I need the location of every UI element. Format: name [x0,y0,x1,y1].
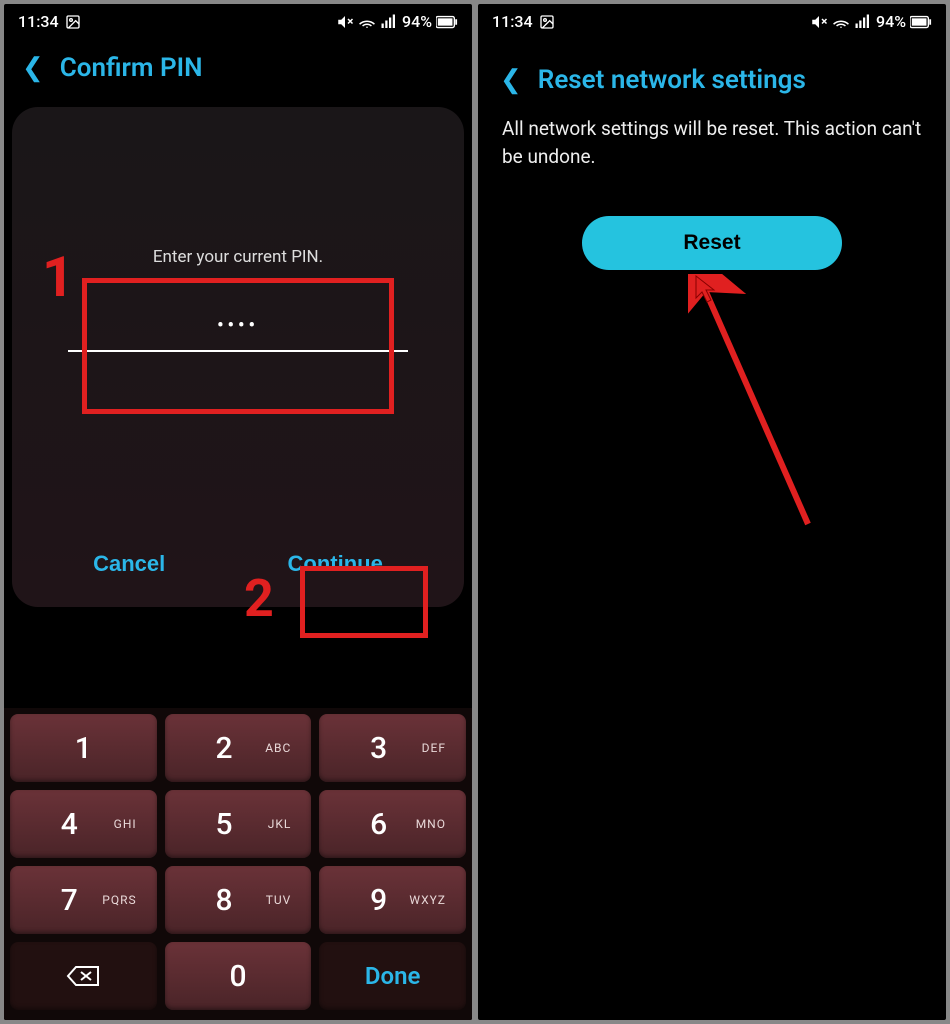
back-icon[interactable]: ❮ [500,65,522,95]
wifi-icon [358,13,376,31]
keypad-5[interactable]: 5JKL [165,790,312,858]
signal-icon [380,13,398,31]
cursor-icon [694,274,718,304]
keypad: 12ABC3DEF 4GHI5JKL6MNO 7PQRS8TUV9WXYZ0Done [4,708,472,1020]
keypad-2[interactable]: 2ABC [165,714,312,782]
status-battery-pct: 94% [402,12,432,31]
backspace-key[interactable] [10,942,157,1010]
page-title: Reset network settings [538,65,806,95]
pin-panel: Enter your current PIN. •••• Cancel Cont… [12,107,464,607]
status-time: 11:34 [18,12,59,31]
header: ❮ Reset network settings [478,35,946,115]
pin-value: •••• [68,315,408,336]
continue-button[interactable]: Continue [268,545,403,583]
mute-icon [336,13,354,31]
keypad-3[interactable]: 3DEF [319,714,466,782]
keypad-1[interactable]: 1 [10,714,157,782]
screen-confirm-pin: 11:34 94% ❮ Confirm PIN Enter your curre… [4,4,472,1020]
reset-button[interactable]: Reset [582,216,842,270]
keypad-6[interactable]: 6MNO [319,790,466,858]
annotation-1: 1 [42,244,74,310]
picture-icon [539,14,555,30]
signal-icon [854,13,872,31]
pin-prompt: Enter your current PIN. [68,247,408,267]
pin-underline[interactable] [68,350,408,352]
battery-icon [910,15,932,29]
screen-reset-network: 11:34 94% ❮ Reset network settings All n… [478,4,946,1020]
status-time: 11:34 [492,12,533,31]
keypad-8[interactable]: 8TUV [165,866,312,934]
keypad-9[interactable]: 9WXYZ [319,866,466,934]
wifi-icon [832,13,850,31]
keypad-0[interactable]: 0 [165,942,312,1010]
status-bar: 11:34 94% [478,4,946,35]
picture-icon [65,14,81,30]
header: ❮ Confirm PIN [4,35,472,107]
annotation-2: 2 [244,568,274,629]
keypad-wrap: 12ABC3DEF4GHI5JKL6MNO7PQRS8TUV9WXYZ0Done [4,982,472,1020]
status-bar: 11:34 94% [4,4,472,35]
keypad-7[interactable]: 7PQRS [10,866,157,934]
page-title: Confirm PIN [60,53,203,83]
done-key[interactable]: Done [319,942,466,1010]
mute-icon [810,13,828,31]
back-icon[interactable]: ❮ [22,53,44,83]
annotation-arrow [688,274,828,534]
keypad-4[interactable]: 4GHI [10,790,157,858]
reset-description: All network settings will be reset. This… [478,115,946,170]
cancel-button[interactable]: Cancel [73,545,185,583]
battery-icon [436,15,458,29]
status-battery-pct: 94% [876,12,906,31]
